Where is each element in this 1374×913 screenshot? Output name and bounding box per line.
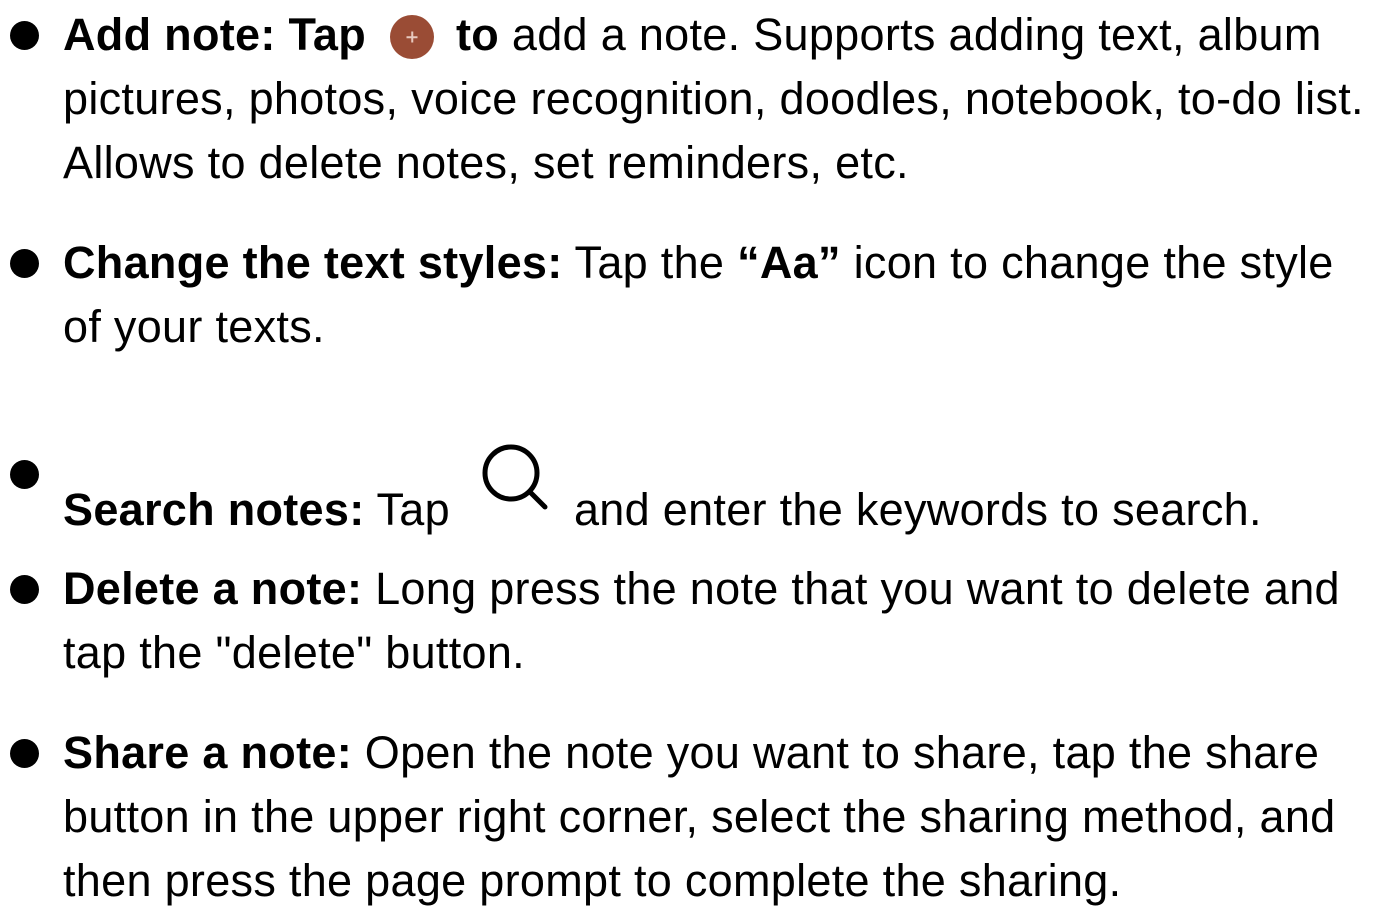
add-note-label-after-icon: to <box>456 9 500 60</box>
change-text-styles-before: Tap the <box>574 237 725 288</box>
search-notes-before: Tap <box>376 484 450 535</box>
bullet <box>10 460 39 489</box>
change-text-styles-text: Change the text styles: Tap the “Aa” ico… <box>63 231 1364 359</box>
delete-note-label: Delete a note: <box>63 563 363 614</box>
bullet <box>10 21 39 50</box>
share-note-text: Share a note: Open the note you want to … <box>63 721 1364 913</box>
search-notes-label: Search notes: <box>63 484 365 535</box>
add-note-text: Add note: Tap to add a note. Supports add… <box>63 3 1364 195</box>
delete-note-text: Delete a note: Long press the note that … <box>63 557 1364 685</box>
aa-highlight: “Aa” <box>737 237 841 288</box>
search-notes-text: Search notes: Tap and enter the keywords … <box>63 441 1364 542</box>
plus-icon <box>390 15 435 59</box>
search-icon <box>478 441 550 513</box>
add-note-label: Add note: Tap <box>63 9 367 60</box>
bullet <box>10 249 39 278</box>
bullet <box>10 575 39 604</box>
change-text-styles-label: Change the text styles: <box>63 237 563 288</box>
search-notes-after: and enter the keywords to search. <box>573 484 1262 535</box>
share-note-label: Share a note: <box>63 727 352 778</box>
bullet <box>10 739 39 768</box>
feature-list: Add note: Tap to add a note. Supports add… <box>0 0 1374 906</box>
